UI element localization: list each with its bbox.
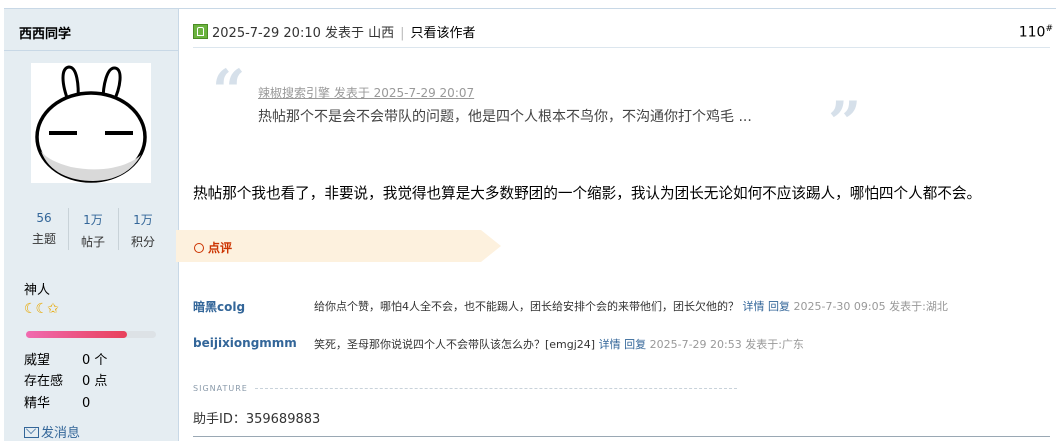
comment-detail-link[interactable]: 详情 [743, 300, 765, 313]
quote-close-icon: ” [828, 89, 862, 157]
signature-divider [255, 388, 737, 389]
post-header: 2025-7-29 20:10 发表于 山西 | 只看该作者 [193, 22, 476, 41]
prop-prestige: 威望 0 个 [24, 349, 107, 368]
prop-key: 威望 [24, 353, 51, 368]
envelope-icon [24, 427, 39, 438]
comment-time: 2025-7-30 09:05 发表于:湖北 [793, 300, 948, 313]
stat-topics[interactable]: 56 主题 [20, 206, 68, 254]
comment-detail-link[interactable]: 详情 [599, 338, 621, 351]
signature-label: SIGNATURE [193, 384, 248, 393]
rank-progress-fill [26, 331, 128, 338]
stat-value: 1万 [133, 213, 153, 227]
comment-title-text: 点评 [208, 241, 233, 255]
prop-presence: 存在感 0 点 [24, 370, 107, 389]
comment-user[interactable]: beijixiongmmm [193, 336, 297, 350]
prop-value: 0 [82, 396, 91, 411]
stat-posts[interactable]: 1万 帖子 [69, 206, 117, 254]
send-message-label: 发消息 [41, 426, 81, 441]
quote-open-icon: “ [212, 57, 246, 125]
divider [4, 50, 178, 51]
author-sidebar: 西西同学 56 主题 1万 帖子 1万 积分 神人 ☾☾✩ 威望 0 个 存在感… [4, 9, 179, 441]
comment-reply-link[interactable]: 回复 [768, 300, 790, 313]
stat-value: 56 [36, 211, 52, 225]
rank-progress-bar [26, 331, 156, 338]
prop-value: 0 个 [82, 353, 108, 368]
comment-body: 给你点个赞，哪怕4人全不会，也不能踢人，团长给安排个会的来带他们，团长欠他的？ … [314, 298, 948, 314]
only-author-link[interactable]: 只看该作者 [411, 26, 476, 41]
comment-banner: 点评 [176, 230, 501, 262]
comment-reply-link[interactable]: 回复 [624, 338, 646, 351]
author-stats: 56 主题 1万 帖子 1万 积分 [20, 206, 166, 254]
post-meta: 2025-7-29 20:10 发表于 山西 [212, 26, 395, 41]
quote-text: 热帖那个不是会不会带队的问题，他是四个人根本不鸟你，不沟通你打个鸡毛 ... [258, 109, 752, 125]
rank-title: 神人 [24, 283, 51, 298]
comment-text: 笑死，圣母那你说说四个人不会带队该怎么办？[emgj24] [314, 338, 596, 351]
prop-value: 0 点 [82, 374, 108, 389]
signature-text: 助手ID：359689883 [193, 412, 321, 427]
comment-text: 给你点个赞，哪怕4人全不会，也不能踢人，团长给安排个会的来带他们，团长欠他的？ [314, 300, 739, 313]
rank-moon-star-icon: ☾☾✩ [24, 301, 59, 317]
floor-number[interactable]: 110# [1019, 24, 1053, 41]
comment-circle-icon [194, 243, 204, 253]
divider [193, 436, 1050, 437]
floor-mark: # [1045, 24, 1053, 34]
stat-label: 帖子 [80, 235, 105, 249]
online-status-icon [193, 24, 208, 39]
floor-value: 110 [1018, 24, 1046, 41]
stat-points[interactable]: 1万 积分 [119, 206, 167, 254]
comment-title: 点评 [194, 239, 232, 256]
comment-body: 笑死，圣母那你说说四个人不会带队该怎么办？[emgj24] 详情 回复 2025… [314, 336, 804, 352]
prop-key: 精华 [24, 396, 51, 411]
quote-source-link[interactable]: 辣椒搜索引擎 发表于 2025-7-29 20:07 [258, 84, 474, 101]
stat-value: 1万 [83, 213, 103, 227]
stat-label: 积分 [130, 235, 155, 249]
send-message-link[interactable]: 发消息 [24, 422, 80, 441]
prop-key: 存在感 [24, 374, 64, 389]
avatar[interactable] [31, 63, 151, 183]
author-name[interactable]: 西西同学 [19, 23, 71, 42]
comment-user[interactable]: 暗黑colg [193, 298, 245, 315]
rabbit-avatar-icon [35, 65, 147, 183]
comment-time: 2025-7-29 20:53 发表于:广东 [649, 338, 804, 351]
post-body: 热帖那个我也看了，非要说，我觉得也算是大多数野团的一个缩影，我认为团长无论如何不… [193, 185, 982, 202]
divider [193, 47, 1050, 48]
stat-label: 主题 [31, 232, 56, 246]
separator: | [400, 26, 405, 41]
prop-digest: 精华 0 [24, 392, 90, 411]
